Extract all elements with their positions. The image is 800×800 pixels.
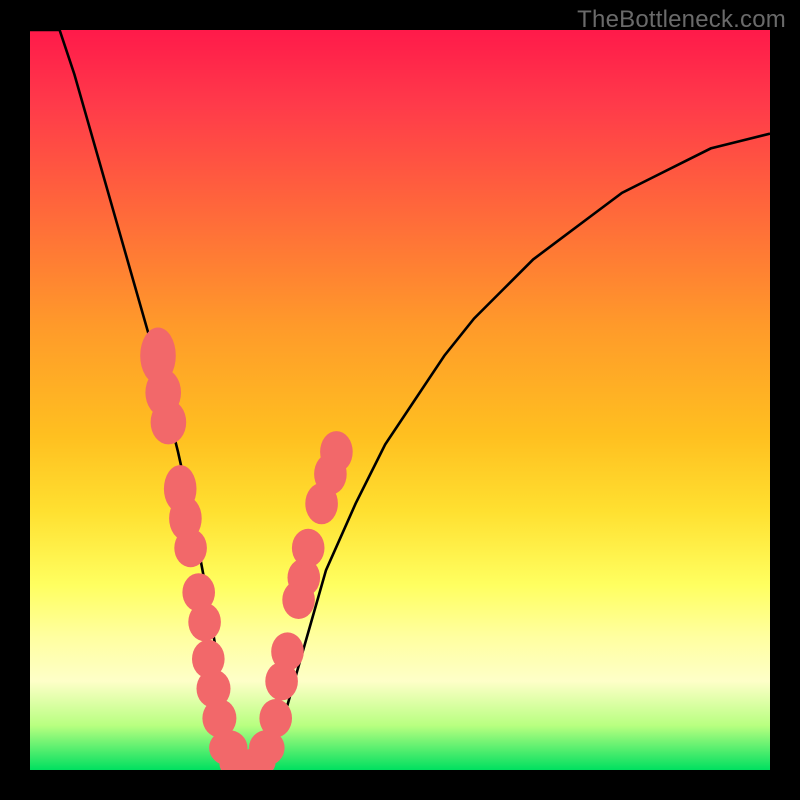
data-bead (259, 699, 292, 737)
data-bead (271, 632, 304, 670)
bottleneck-curve (30, 30, 770, 770)
plot-area (30, 30, 770, 770)
chart-frame: TheBottleneck.com (0, 0, 800, 800)
beads-left-group (140, 328, 258, 771)
data-bead (151, 400, 187, 444)
beads-right-group (237, 431, 353, 770)
data-bead (292, 529, 325, 567)
data-bead (188, 603, 221, 641)
data-bead (320, 431, 353, 472)
data-bead (174, 529, 207, 567)
curve-svg (30, 30, 770, 770)
